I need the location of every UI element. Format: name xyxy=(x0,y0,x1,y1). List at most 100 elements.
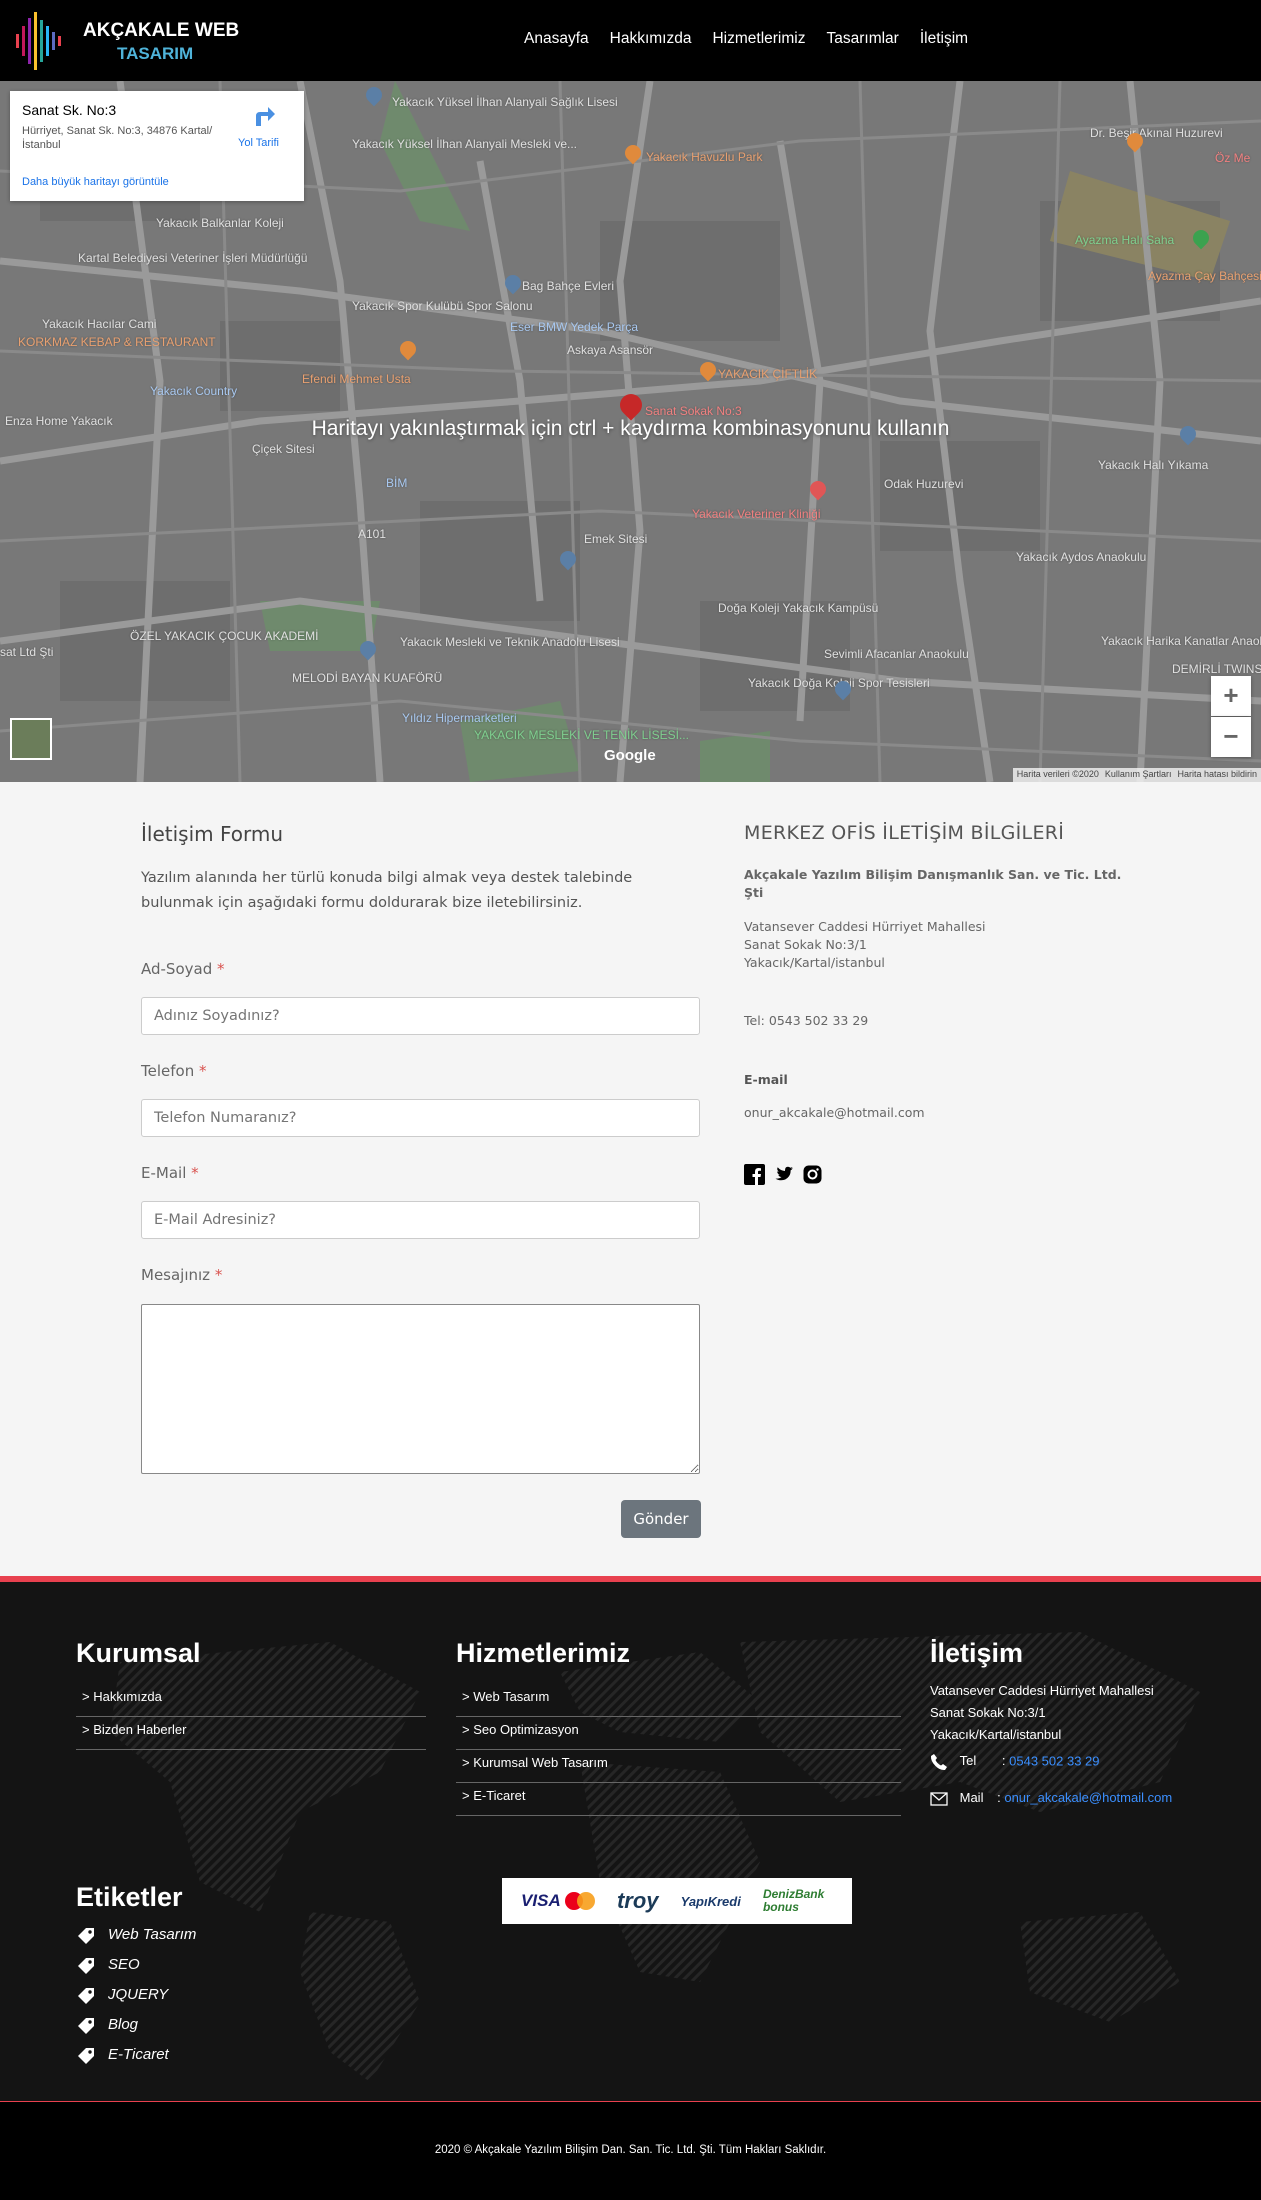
tag-ecommerce[interactable]: E-Ticaret xyxy=(108,2046,169,2063)
tag-seo[interactable]: SEO xyxy=(108,1956,140,1973)
map-label: Çiçek Sitesi xyxy=(252,442,315,456)
copyright-bar: 2020 © Akçakale Yazılım Bilişim Dan. San… xyxy=(0,2101,1261,2200)
map-label: Dr. Beşir Akınal Huzurevi xyxy=(1090,126,1223,140)
map-label: Doğa Koleji Yakacık Kampüsü xyxy=(718,601,879,615)
footer-link-ecommerce[interactable]: > E-Ticaret xyxy=(456,1788,901,1816)
name-input[interactable] xyxy=(141,997,700,1035)
map-label: Yıldız Hipermarketleri xyxy=(402,711,517,725)
message-label: Mesajınız * xyxy=(141,1266,223,1284)
name-label: Ad-Soyad * xyxy=(141,960,225,978)
instagram-icon[interactable] xyxy=(802,1164,823,1185)
tag-icon xyxy=(78,2048,94,2064)
footer-link-news[interactable]: > Bizden Haberler xyxy=(76,1722,426,1750)
nav-designs[interactable]: Tasarımlar xyxy=(826,30,898,52)
map-label: Emek Sitesi xyxy=(584,532,648,546)
office-company: Akçakale Yazılım Bilişim Danışmanlık San… xyxy=(744,867,1122,900)
google-map[interactable]: Yakacık Yüksel İlhan Alanyali Sağlık Lis… xyxy=(0,81,1261,782)
main-nav: Anasayfa Hakkımızda Hizmetlerimiz Tasarı… xyxy=(524,30,968,52)
map-label: Yakacık Balkanlar Koleji xyxy=(156,216,284,230)
contact-form-description: Yazılım alanında her türlü konuda bilgi … xyxy=(141,870,633,911)
map-label: Ayazma Çay Bahçesi xyxy=(1148,269,1261,283)
map-label: Yakacık Spor Kulübü Spor Salonu xyxy=(352,299,533,313)
map-label: sat Ltd Şti xyxy=(0,645,54,659)
map-label: Sevimli Afacanlar Anaokulu xyxy=(824,647,969,661)
payment-logos: VISA troy YapıKredi DenizBank bonus xyxy=(502,1878,852,1924)
nav-contact[interactable]: İletişim xyxy=(920,30,968,52)
twitter-icon[interactable] xyxy=(773,1164,794,1185)
phone-label: Telefon * xyxy=(141,1062,207,1080)
map-label: Yakacık Aydos Anaokulu xyxy=(1016,550,1147,564)
map-place-name: Sanat Sk. No:3 xyxy=(22,102,117,118)
map-terms-link[interactable]: Kullanım Şartları xyxy=(1105,769,1172,781)
mastercard-icon xyxy=(564,1892,595,1910)
logo-bars-icon xyxy=(16,12,61,70)
map-label: MELODİ BAYAN KUAFÖRÜ xyxy=(292,671,443,685)
tag-web-design[interactable]: Web Tasarım xyxy=(108,1926,196,1943)
map-label: Öz Me xyxy=(1215,151,1251,165)
map-footer-bar: Harita verileri ©2020 Kullanım Şartları … xyxy=(1012,768,1261,782)
map-label: Yakacık Yüksel İlhan Alanyali Sağlık Lis… xyxy=(392,95,618,109)
map-place-address: Hürriyet, Sanat Sk. No:3, 34876 Kartal/İ… xyxy=(22,125,213,151)
map-label: Yakacık Country xyxy=(150,384,238,398)
tag-icon xyxy=(78,1988,94,2004)
footer-link-seo[interactable]: > Seo Optimizasyon xyxy=(456,1722,901,1750)
visa-logo: VISA xyxy=(521,1891,561,1910)
tag-icon xyxy=(78,1958,94,1974)
logo-title: AKÇAKALE WEB xyxy=(83,20,240,41)
map-label: BİM xyxy=(386,476,408,490)
map-label: Eser BMW Yedek Parça xyxy=(510,320,639,334)
footer-link-corporate-web[interactable]: > Kurumsal Web Tasarım xyxy=(456,1755,901,1783)
office-address-line: Sanat Sokak No:3/1 xyxy=(744,937,867,952)
map-bigger-link[interactable]: Daha büyük haritayı görüntüle xyxy=(22,176,169,188)
nav-home[interactable]: Anasayfa xyxy=(524,30,589,52)
logo-subtitle: TASARIM xyxy=(117,44,194,63)
footer-contact-title: İletişim xyxy=(930,1638,1024,1668)
facebook-icon[interactable] xyxy=(744,1164,765,1185)
tag-icon xyxy=(78,1928,94,1944)
tag-blog[interactable]: Blog xyxy=(108,2016,138,2033)
map-label: Yakacık Mesleki ve Teknik Anadolu Lisesi xyxy=(400,635,620,649)
office-address-line: Vatansever Caddesi Hürriyet Mahallesi xyxy=(744,919,986,934)
map-label: Bag Bahçe Evleri xyxy=(522,279,615,293)
office-title: MERKEZ OFİS İLETİŞİM BİLGİLERİ xyxy=(744,822,1065,844)
map-label: Yakacık Yüksel İlhan Alanyali Mesleki ve… xyxy=(352,137,577,151)
map-label: Askaya Asansör xyxy=(567,343,654,357)
map-label: Yakacık Veteriner Kliniği xyxy=(692,507,821,521)
tag-jquery[interactable]: JQUERY xyxy=(108,1986,168,2003)
denizbank-bonus-logo: DenizBank bonus xyxy=(762,1887,825,1914)
map-zoom-out-button[interactable]: − xyxy=(1211,717,1251,757)
nav-services[interactable]: Hizmetlerimiz xyxy=(712,30,805,52)
footer-services-title: Hizmetlerimiz xyxy=(456,1638,631,1668)
footer-phone-link[interactable]: 0543 502 33 29 xyxy=(1009,1753,1099,1768)
map-label: A101 xyxy=(358,527,387,541)
map-zoom-in-button[interactable]: + xyxy=(1211,676,1251,716)
map-label: YAKACIK ÇİFTLİK xyxy=(718,367,818,381)
troy-logo: troy xyxy=(616,1888,659,1913)
map-zoom-hint: Haritayı yakınlaştırmak için ctrl + kayd… xyxy=(311,417,950,440)
email-input[interactable] xyxy=(141,1201,700,1239)
footer-link-web-design[interactable]: > Web Tasarım xyxy=(456,1689,901,1717)
yapikredi-logo: YapıKredi xyxy=(680,1893,741,1909)
directions-link[interactable]: Yol Tarifi xyxy=(238,137,279,149)
footer-link-about[interactable]: > Hakkımızda xyxy=(76,1689,426,1717)
site-header: AKÇAKALE WEB TASARIM Anasayfa Hakkımızda… xyxy=(0,0,1261,81)
map-label: Yakacık Havuzlu Park xyxy=(646,150,763,164)
nav-about[interactable]: Hakkımızda xyxy=(610,30,692,52)
directions-icon[interactable] xyxy=(252,104,278,126)
map-report-link[interactable]: Harita hatası bildirin xyxy=(1177,769,1257,781)
map-label: Kartal Belediyesi Veteriner İşleri Müdür… xyxy=(78,251,308,265)
map-label: Efendi Mehmet Usta xyxy=(302,372,411,386)
map-satellite-toggle[interactable] xyxy=(10,718,52,760)
site-footer: Kurumsal > Hakkımızda > Bizden Haberler … xyxy=(0,1576,1261,2101)
message-textarea[interactable] xyxy=(141,1304,700,1474)
map-label: Ayazma Halı Saha xyxy=(1075,233,1175,247)
phone-input[interactable] xyxy=(141,1099,700,1137)
map-label: YAKACIK MESLEKİ VE TENİK LİSESİ... xyxy=(474,728,689,742)
site-logo[interactable]: AKÇAKALE WEB TASARIM xyxy=(14,12,239,70)
footer-mail-link[interactable]: onur_akcakale@hotmail.com xyxy=(1004,1790,1172,1805)
submit-button[interactable]: Gönder xyxy=(621,1500,701,1538)
map-data-credit: Harita verileri ©2020 xyxy=(1016,769,1099,779)
contact-form-title: İletişim Formu xyxy=(141,822,284,846)
office-email-title: E-mail xyxy=(744,1072,788,1087)
social-links xyxy=(744,1164,823,1185)
